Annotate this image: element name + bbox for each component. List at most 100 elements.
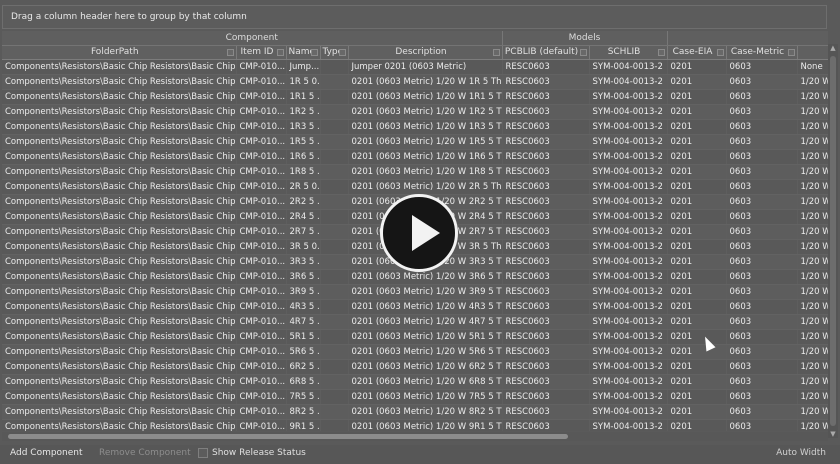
table-row[interactable]: Components\Resistors\Basic Chip Resistor… <box>2 59 828 75</box>
table-cell: RESC0603 <box>502 284 590 300</box>
vertical-scrollbar[interactable]: ▲ ▼ <box>828 44 838 438</box>
column-header-label: SCHLIB <box>607 47 641 57</box>
horizontal-scrollbar[interactable] <box>2 432 828 441</box>
column-header-schlib[interactable]: SCHLIB <box>589 45 668 60</box>
table-cell: RESC0603 <box>502 119 590 135</box>
table-row[interactable]: Components\Resistors\Basic Chip Resistor… <box>2 74 828 90</box>
column-header-folderpath[interactable]: FolderPath <box>2 45 237 60</box>
table-cell: 0603 <box>726 359 798 375</box>
table-row[interactable]: Components\Resistors\Basic Chip Resistor… <box>2 179 828 195</box>
table-row[interactable]: Components\Resistors\Basic Chip Resistor… <box>2 149 828 165</box>
table-cell: RESC0603 <box>502 374 590 390</box>
table-cell: 1R3 5 ... <box>286 119 321 135</box>
column-header-description[interactable]: Description <box>348 45 503 60</box>
table-cell: SYM-004-0013-2 <box>589 314 668 330</box>
table-cell <box>320 134 349 150</box>
table-cell: 1/20 W <box>797 119 828 135</box>
table-cell: RESC0603 <box>502 299 590 315</box>
table-cell: RESC0603 <box>502 224 590 240</box>
table-cell: SYM-004-0013-2 <box>589 269 668 285</box>
table-row[interactable]: Components\Resistors\Basic Chip Resistor… <box>2 374 828 390</box>
table-cell: Components\Resistors\Basic Chip Resistor… <box>2 59 237 75</box>
filter-icon[interactable] <box>579 48 587 56</box>
scroll-up-icon[interactable]: ▲ <box>829 44 837 52</box>
filter-icon[interactable] <box>276 48 284 56</box>
vertical-scroll-thumb[interactable] <box>830 56 836 426</box>
column-header-case-metric[interactable]: Case-Metric <box>726 45 798 60</box>
column-header-item-id[interactable]: Item ID <box>236 45 287 60</box>
table-cell: 0201 (0603 Metric) 1/20 W 3R9 5 Th... <box>348 284 503 300</box>
table-cell: 0201 <box>667 254 727 270</box>
table-cell <box>320 149 349 165</box>
filter-icon[interactable] <box>226 48 234 56</box>
table-cell: 0603 <box>726 104 798 120</box>
table-cell: 1/20 W <box>797 209 828 225</box>
table-row[interactable]: Components\Resistors\Basic Chip Resistor… <box>2 389 828 405</box>
table-cell <box>320 404 349 420</box>
table-cell: 8R2 5 ... <box>286 404 321 420</box>
table-row[interactable]: Components\Resistors\Basic Chip Resistor… <box>2 284 828 300</box>
table-cell: 1R 5 0... <box>286 74 321 90</box>
table-cell: 0201 <box>667 389 727 405</box>
table-cell: 1/20 W <box>797 299 828 315</box>
filter-icon[interactable] <box>492 48 500 56</box>
table-cell: 1R1 5 ... <box>286 89 321 105</box>
horizontal-scroll-thumb[interactable] <box>8 434 568 439</box>
table-cell: 0201 (0603 Metric) 1/20 W 5R1 5 Th... <box>348 329 503 345</box>
table-cell: Components\Resistors\Basic Chip Resistor… <box>2 404 237 420</box>
table-row[interactable]: Components\Resistors\Basic Chip Resistor… <box>2 119 828 135</box>
table-cell <box>320 179 349 195</box>
column-header-name[interactable]: Name <box>286 45 321 60</box>
filter-icon[interactable] <box>657 48 665 56</box>
table-cell: 2R 5 0... <box>286 179 321 195</box>
table-cell: CMP-010... <box>236 134 287 150</box>
table-row[interactable]: Components\Resistors\Basic Chip Resistor… <box>2 134 828 150</box>
table-cell: 0603 <box>726 209 798 225</box>
column-header-case-eia[interactable]: Case-EIA <box>667 45 727 60</box>
table-row[interactable]: Components\Resistors\Basic Chip Resistor… <box>2 164 828 180</box>
table-cell: CMP-010... <box>236 59 287 75</box>
table-cell <box>320 314 349 330</box>
table-cell: 0603 <box>726 419 798 431</box>
table-cell: 1/20 W <box>797 374 828 390</box>
filter-icon[interactable] <box>338 48 346 56</box>
filter-icon[interactable] <box>310 48 318 56</box>
table-cell: 3R3 5 ... <box>286 254 321 270</box>
scroll-down-icon[interactable]: ▼ <box>829 430 837 438</box>
column-header-pcblib-default[interactable]: PCBLIB (default) <box>502 45 590 60</box>
column-header-power[interactable]: Power <box>797 45 828 60</box>
auto-width-button[interactable]: Auto Width <box>776 448 826 458</box>
table-cell: 3R9 5 ... <box>286 284 321 300</box>
filter-icon[interactable] <box>787 48 795 56</box>
table-cell: 5R6 5 ... <box>286 344 321 360</box>
group-by-drop-area[interactable]: Drag a column header here to group by th… <box>2 5 827 29</box>
table-cell: 0201 <box>667 374 727 390</box>
table-cell: 0201 <box>667 404 727 420</box>
remove-component-button[interactable]: Remove Component <box>99 448 191 458</box>
group-by-hint: Drag a column header here to group by th… <box>11 12 247 22</box>
table-cell: 0201 <box>667 164 727 180</box>
show-release-status-checkbox[interactable] <box>198 448 208 458</box>
table-cell: 6R8 5 ... <box>286 374 321 390</box>
table-cell: SYM-004-0013-2 <box>589 59 668 75</box>
table-cell: 0603 <box>726 89 798 105</box>
table-cell: Components\Resistors\Basic Chip Resistor… <box>2 209 237 225</box>
table-row[interactable]: Components\Resistors\Basic Chip Resistor… <box>2 314 828 330</box>
table-cell: SYM-004-0013-2 <box>589 344 668 360</box>
table-row[interactable]: Components\Resistors\Basic Chip Resistor… <box>2 359 828 375</box>
table-cell: RESC0603 <box>502 59 590 75</box>
table-cell <box>320 119 349 135</box>
add-component-button[interactable]: Add Component <box>10 448 83 458</box>
table-row[interactable]: Components\Resistors\Basic Chip Resistor… <box>2 299 828 315</box>
table-cell: 0201 (0603 Metric) 1/20 W 1R8 5 Th... <box>348 164 503 180</box>
table-row[interactable]: Components\Resistors\Basic Chip Resistor… <box>2 404 828 420</box>
table-cell: RESC0603 <box>502 419 590 431</box>
table-row[interactable]: Components\Resistors\Basic Chip Resistor… <box>2 104 828 120</box>
column-header-type[interactable]: Type <box>320 45 349 60</box>
table-row[interactable]: Components\Resistors\Basic Chip Resistor… <box>2 89 828 105</box>
table-row[interactable]: Components\Resistors\Basic Chip Resistor… <box>2 419 828 431</box>
table-cell: SYM-004-0013-2 <box>589 149 668 165</box>
play-icon[interactable] <box>380 194 458 272</box>
filter-icon[interactable] <box>716 48 724 56</box>
table-cell: 1/20 W <box>797 359 828 375</box>
